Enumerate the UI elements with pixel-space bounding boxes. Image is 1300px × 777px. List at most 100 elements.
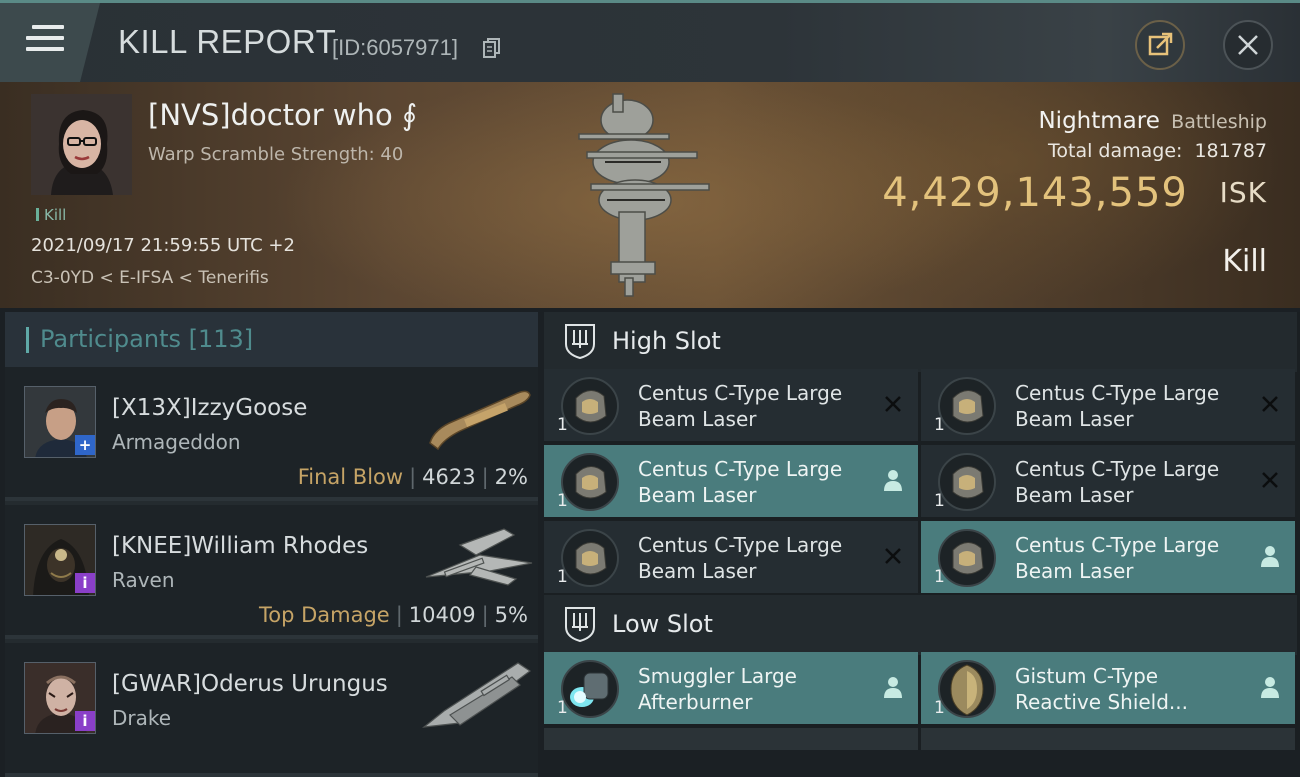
report-id: [ID:6057971] [332, 35, 458, 60]
kill-location[interactable]: C3-0YD < E-IFSA < Tenerifis [31, 268, 269, 288]
high-slot-title: High Slot [612, 327, 721, 355]
module-name: Centus C-Type Large Beam Laser [1015, 381, 1220, 431]
victim-ship-class: Battleship [1171, 111, 1267, 133]
participant-ship: Drake [112, 706, 172, 730]
low-slot-title: Low Slot [612, 610, 713, 638]
beam-laser-icon [938, 529, 996, 587]
module-name: Smuggler Large Afterburner [638, 664, 797, 714]
copy-icon[interactable] [482, 37, 502, 59]
module-card[interactable]: 1 Smuggler Large Afterburner [544, 652, 918, 724]
isk-value: 4,429,143,559 [882, 170, 1188, 216]
menu-icon[interactable] [26, 25, 64, 57]
module-card[interactable] [921, 728, 1295, 750]
dropped-person-icon [1261, 677, 1279, 698]
module-quantity: 1 [557, 491, 568, 511]
close-button[interactable] [1223, 20, 1273, 70]
dropped-person-icon [884, 677, 902, 698]
module-card[interactable]: 1 Gistum C-Type Reactive Shield... [921, 652, 1295, 724]
module-quantity: 1 [934, 415, 945, 435]
participant-stat-label: Final Blow [297, 465, 404, 489]
beam-laser-icon [561, 529, 619, 587]
share-button[interactable] [1135, 20, 1185, 70]
beam-laser-icon [938, 453, 996, 511]
module-quantity: 1 [557, 567, 568, 587]
participant-percent: 2% [494, 465, 528, 489]
warp-scramble-strength: Warp Scramble Strength: 40 [148, 144, 404, 165]
module-card[interactable]: 1 Centus C-Type Large Beam Laser [544, 445, 918, 517]
module-name: Centus C-Type Large Beam Laser [638, 533, 843, 583]
kill-timestamp: 2021/09/17 21:59:55 UTC +2 [31, 235, 295, 256]
module-card[interactable]: 1 Centus C-Type Large Beam Laser [544, 521, 918, 593]
dropped-person-icon [1261, 546, 1279, 567]
participant-name[interactable]: [KNEE]William Rhodes [112, 533, 368, 559]
module-quantity: 1 [934, 491, 945, 511]
result-label: Kill [1222, 244, 1267, 279]
victim-name[interactable]: [NVS]doctor who ∮ [148, 98, 417, 132]
module-card[interactable]: 1 Centus C-Type Large Beam Laser [921, 445, 1295, 517]
kill-tag: Kill [36, 206, 66, 224]
participant-ship: Armageddon [112, 430, 241, 454]
participants-panel: Participants [113] + [X13X]IzzyGoose Arm… [5, 312, 538, 777]
module-card[interactable]: 1 Centus C-Type Large Beam Laser [921, 369, 1295, 441]
total-damage-label: Total damage: [1048, 140, 1183, 162]
participant-name[interactable]: [GWAR]Oderus Urungus [112, 671, 388, 697]
kill-report-header: KILL REPORT [ID:6057971] [0, 0, 1300, 82]
total-damage-value: 181787 [1194, 140, 1267, 162]
high-slot-header: High Slot [544, 312, 1297, 372]
low-slot-header: Low Slot [544, 595, 1297, 655]
module-quantity: 1 [557, 698, 568, 718]
victim-ship-name[interactable]: Nightmare [1038, 108, 1159, 134]
close-icon [1238, 35, 1258, 55]
fitting-panel: High Slot 1 Centus C-Type Large Beam Lase… [544, 312, 1300, 750]
beam-laser-icon [561, 453, 619, 511]
victim-ship-line: Nightmare Battleship [1038, 108, 1267, 134]
destroyed-x-icon [885, 548, 901, 564]
participant-stats: Top Damage | 10409 | 5% [258, 603, 528, 627]
victim-ship-image [578, 93, 710, 297]
participant-badge: i [75, 711, 95, 731]
module-quantity: 1 [557, 415, 568, 435]
module-card[interactable]: 1 Centus C-Type Large Beam Laser [544, 369, 918, 441]
module-card[interactable] [544, 728, 918, 750]
isk-value-line: 4,429,143,559 ISK [882, 170, 1267, 216]
participants-title: Participants [113] [40, 325, 254, 353]
dropped-person-icon [884, 470, 902, 491]
beam-laser-icon [938, 377, 996, 435]
participant-stat-label: Top Damage [258, 603, 390, 627]
module-name: Centus C-Type Large Beam Laser [638, 457, 843, 507]
victim-portrait[interactable] [31, 94, 132, 195]
participant-row[interactable]: + [X13X]IzzyGoose Armageddon Final Blow |… [5, 367, 538, 501]
high-slot-icon [565, 324, 595, 360]
participant-damage: 4623 [422, 465, 476, 489]
participant-row[interactable]: i [KNEE]William Rhodes Raven Top Damage |… [5, 505, 538, 639]
participant-ship-image [429, 390, 531, 451]
shield-hardener-icon [938, 660, 996, 718]
destroyed-x-icon [1262, 472, 1278, 488]
low-slot-icon [565, 607, 595, 643]
participant-percent: 5% [494, 603, 528, 627]
participant-ship-image [425, 528, 533, 586]
participant-row[interactable]: i [GWAR]Oderus Urungus Drake [5, 643, 538, 777]
participant-ship-image [422, 662, 532, 728]
page-title: KILL REPORT [118, 23, 337, 60]
participant-damage: 10409 [408, 603, 476, 627]
participant-badge: + [75, 435, 95, 455]
module-quantity: 1 [934, 567, 945, 587]
participant-name[interactable]: [X13X]IzzyGoose [112, 395, 307, 421]
afterburner-icon [561, 660, 619, 718]
module-name: Centus C-Type Large Beam Laser [1015, 533, 1220, 583]
isk-unit: ISK [1219, 176, 1267, 209]
module-name: Centus C-Type Large Beam Laser [638, 381, 843, 431]
module-name: Gistum C-Type Reactive Shield... [1015, 664, 1189, 714]
participant-badge: i [75, 573, 95, 593]
module-name: Centus C-Type Large Beam Laser [1015, 457, 1220, 507]
module-card[interactable]: 1 Centus C-Type Large Beam Laser [921, 521, 1295, 593]
destroyed-x-icon [1262, 396, 1278, 412]
total-damage-line: Total damage: 181787 [1048, 140, 1267, 162]
share-icon [1148, 32, 1173, 56]
participants-header[interactable]: Participants [113] [5, 312, 538, 367]
module-quantity: 1 [934, 698, 945, 718]
participant-stats: Final Blow | 4623 | 2% [297, 465, 528, 489]
participant-ship: Raven [112, 568, 175, 592]
destroyed-x-icon [885, 396, 901, 412]
